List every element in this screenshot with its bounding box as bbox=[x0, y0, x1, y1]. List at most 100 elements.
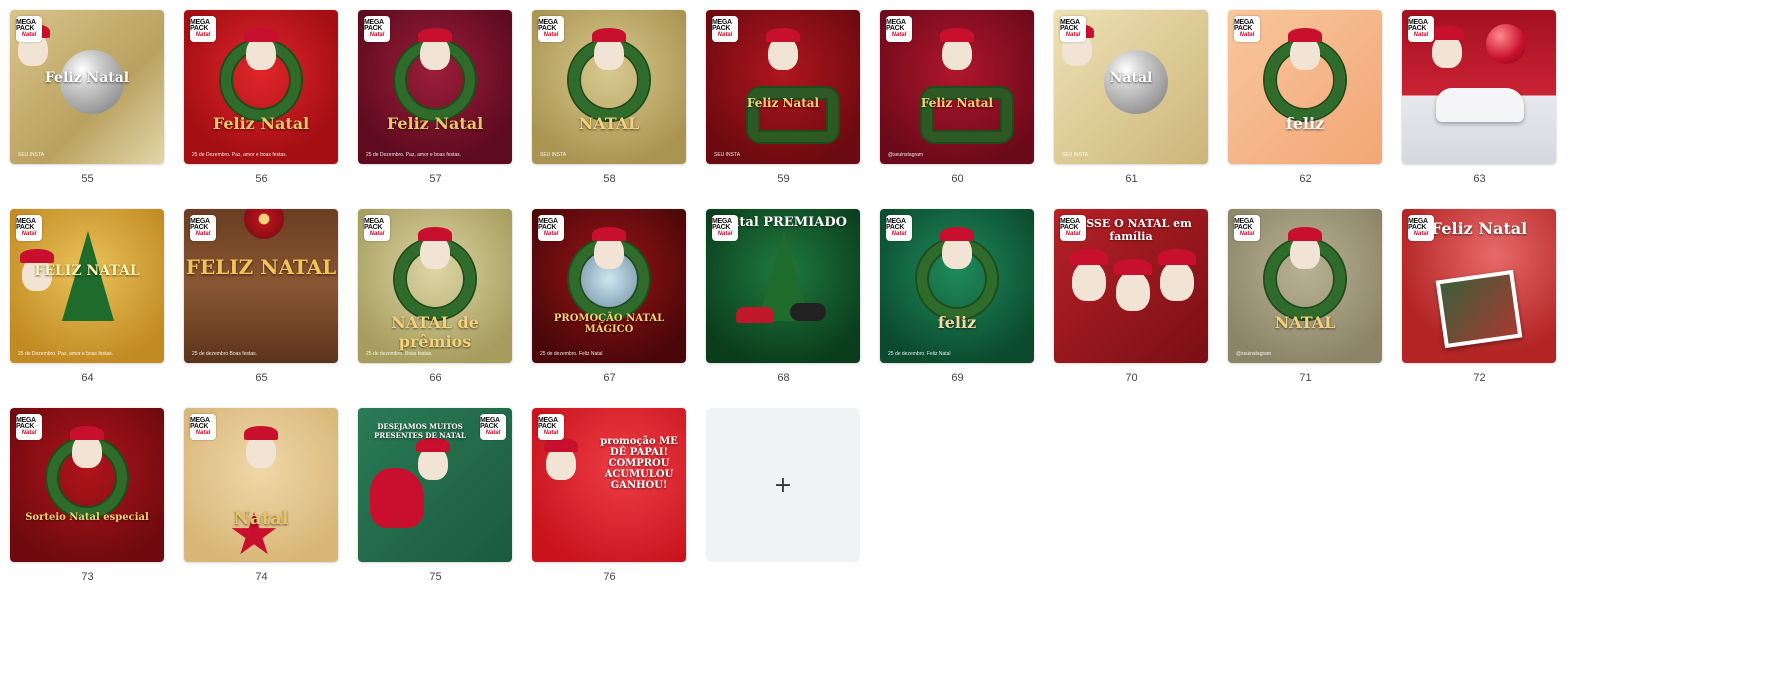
template-thumbnail[interactable]: ★ Natal MEGA PACK Natal bbox=[184, 408, 338, 562]
tile-number-label: 76 bbox=[603, 571, 616, 583]
mega-pack-natal-badge: MEGA PACK Natal bbox=[538, 414, 564, 440]
mega-pack-natal-badge: MEGA PACK Natal bbox=[190, 215, 216, 241]
tile-caption-text: @seuinstagram bbox=[1236, 351, 1272, 357]
template-thumbnail[interactable]: Feliz Natal 25 de Dezembro. Paz, amor e b… bbox=[184, 10, 338, 164]
santa-hat-graphic bbox=[1430, 26, 1464, 40]
badge-line2: Natal bbox=[891, 31, 907, 38]
santa-hat-graphic bbox=[766, 28, 800, 42]
tile-title-text: FELIZ NATAL bbox=[185, 255, 337, 279]
template-thumbnail[interactable]: PASSE O NATAL em família MEGA PACK Natal bbox=[1054, 209, 1208, 363]
tile-number-label: 70 bbox=[1125, 372, 1138, 384]
badge-line2: Natal bbox=[543, 230, 559, 237]
badge-line2: Natal bbox=[485, 429, 501, 436]
tile-title-text: Feliz Natal bbox=[44, 70, 130, 86]
santa-hat-graphic bbox=[940, 28, 974, 42]
mega-pack-natal-badge: MEGA PACK Natal bbox=[190, 414, 216, 440]
mega-pack-natal-badge: MEGA PACK Natal bbox=[712, 16, 738, 42]
template-thumbnail[interactable]: feliz 25 de dezembro. Feliz Natal MEGA PAC… bbox=[880, 209, 1034, 363]
template-thumbnail[interactable]: feliz MEGA PACK Natal bbox=[1228, 10, 1382, 164]
template-thumbnail[interactable]: NATAL SEU INSTA MEGA PACK Natal bbox=[532, 10, 686, 164]
tile-number-label: 58 bbox=[603, 173, 616, 185]
badge-line2: Natal bbox=[195, 230, 211, 237]
santa-hat-graphic bbox=[940, 227, 974, 241]
badge-line2: Natal bbox=[543, 31, 559, 38]
badge-line2: Natal bbox=[1413, 230, 1429, 237]
badge-line1: MEGA PACK bbox=[364, 218, 384, 232]
template-thumbnail[interactable]: Feliz Natal SEU INSTA MEGA PACK Natal bbox=[10, 10, 164, 164]
tile-title-text: Feliz Natal bbox=[920, 96, 994, 110]
template-thumbnail[interactable]: FELIZ NATAL 25 de Dezembro. Paz, amor e b… bbox=[10, 209, 164, 363]
badge-line2: Natal bbox=[21, 230, 37, 237]
tile-number-label: 61 bbox=[1125, 173, 1138, 185]
tile-number-label: 68 bbox=[777, 372, 790, 384]
badge-line1: MEGA PACK bbox=[886, 218, 906, 232]
template-thumbnail[interactable]: Feliz Natal @seuinstagram MEGA PACK Natal bbox=[880, 10, 1034, 164]
template-thumbnail[interactable]: MEGA PACK Natal bbox=[1402, 10, 1556, 164]
santa-hat-graphic bbox=[418, 28, 452, 42]
badge-line2: Natal bbox=[1239, 230, 1255, 237]
template-thumbnail[interactable]: NATAL @seuinstagram MEGA PACK Natal bbox=[1228, 209, 1382, 363]
santa-hat-graphic bbox=[592, 227, 626, 241]
badge-line1: MEGA PACK bbox=[712, 19, 732, 33]
template-thumbnail[interactable]: Feliz Natal SEU INSTA MEGA PACK Natal bbox=[706, 10, 860, 164]
template-thumbnail[interactable]: Sorteio Natal especial MEGA PACK Natal bbox=[10, 408, 164, 562]
badge-line2: Natal bbox=[1065, 31, 1081, 38]
badge-line1: MEGA PACK bbox=[190, 19, 210, 33]
tile-number-label: 62 bbox=[1299, 173, 1312, 185]
polaroid-photo-graphic bbox=[1435, 269, 1523, 349]
tile-number-label: 73 bbox=[81, 571, 94, 583]
mega-pack-natal-badge: MEGA PACK Natal bbox=[190, 16, 216, 42]
template-thumbnail[interactable]: NATAL de prêmios 25 de dezembro. Boas fes… bbox=[358, 209, 512, 363]
template-thumbnail[interactable]: DESEJAMOS MUITOS PRESENTES DE NATAL MEGA … bbox=[358, 408, 512, 562]
badge-line2: Natal bbox=[195, 31, 211, 38]
mega-pack-natal-badge: MEGA PACK Natal bbox=[1060, 16, 1086, 42]
tile-number-label: 64 bbox=[81, 372, 94, 384]
badge-line2: Natal bbox=[21, 429, 37, 436]
badge-line1: MEGA PACK bbox=[364, 19, 384, 33]
tile-title-text: Feliz Natal bbox=[746, 96, 820, 110]
mega-pack-natal-badge: MEGA PACK Natal bbox=[16, 16, 42, 42]
tile-number-label: 67 bbox=[603, 372, 616, 384]
badge-line2: Natal bbox=[195, 429, 211, 436]
tile-number-label: 56 bbox=[255, 173, 268, 185]
add-template-button[interactable]: + bbox=[706, 408, 860, 562]
badge-line2: Natal bbox=[21, 31, 37, 38]
motorcycle-graphic bbox=[790, 303, 826, 321]
person-face-graphic bbox=[1072, 261, 1106, 301]
plus-icon: + bbox=[773, 472, 793, 498]
tile-caption-text: 25 de Dezembro. Paz, amor e boas festas. bbox=[18, 351, 114, 357]
tile-title-text: Natal bbox=[233, 508, 289, 529]
badge-line1: MEGA PACK bbox=[712, 218, 732, 232]
tile-title-text: Feliz Natal bbox=[212, 114, 310, 133]
christmas-ornament-graphic bbox=[1486, 24, 1526, 64]
template-thumbnail[interactable]: Feliz Natal 25 de Dezembro. Paz, amor e b… bbox=[358, 10, 512, 164]
santa-hat-graphic bbox=[20, 249, 54, 263]
badge-line2: Natal bbox=[1065, 230, 1081, 237]
tile-number-label: 55 bbox=[81, 173, 94, 185]
badge-line1: MEGA PACK bbox=[16, 19, 36, 33]
template-thumbnail[interactable]: Feliz Natal MEGA PACK Natal bbox=[1402, 209, 1556, 363]
template-thumbnail[interactable]: Natal SEU INSTA MEGA PACK Natal bbox=[1054, 10, 1208, 164]
badge-line1: MEGA PACK bbox=[538, 19, 558, 33]
mega-pack-natal-badge: MEGA PACK Natal bbox=[538, 215, 564, 241]
tile-title-text: PROMOÇÃO NATAL MÁGICO bbox=[553, 313, 665, 335]
template-thumbnail[interactable]: Natal PREMIADO MEGA PACK Natal bbox=[706, 209, 860, 363]
badge-line1: MEGA PACK bbox=[538, 417, 558, 431]
mega-pack-natal-badge: MEGA PACK Natal bbox=[538, 16, 564, 42]
santa-hat-graphic bbox=[416, 438, 450, 452]
template-thumbnail[interactable]: promoção ME DÊ PAPAI! COMPROU ACUMULOU G… bbox=[532, 408, 686, 562]
mega-pack-natal-badge: MEGA PACK Natal bbox=[1408, 16, 1434, 42]
tile-title-text: NATAL de prêmios bbox=[391, 313, 479, 351]
badge-line1: MEGA PACK bbox=[1408, 19, 1428, 33]
badge-line2: Natal bbox=[369, 230, 385, 237]
badge-line1: MEGA PACK bbox=[1234, 218, 1254, 232]
santa-hat-graphic bbox=[244, 426, 278, 440]
tile-caption-text: 25 de dezembro. Boas festas. bbox=[366, 351, 433, 357]
badge-line1: MEGA PACK bbox=[16, 417, 36, 431]
tile-number-label: 65 bbox=[255, 372, 268, 384]
template-thumbnail[interactable]: FELIZ NATAL 25 de dezembro Boas festas. ME… bbox=[184, 209, 338, 363]
badge-line2: Natal bbox=[717, 31, 733, 38]
template-thumbnail[interactable]: PROMOÇÃO NATAL MÁGICO 25 de dezembro. Fel… bbox=[532, 209, 686, 363]
tile-number-label: 74 bbox=[255, 571, 268, 583]
tile-number-label: 60 bbox=[951, 173, 964, 185]
